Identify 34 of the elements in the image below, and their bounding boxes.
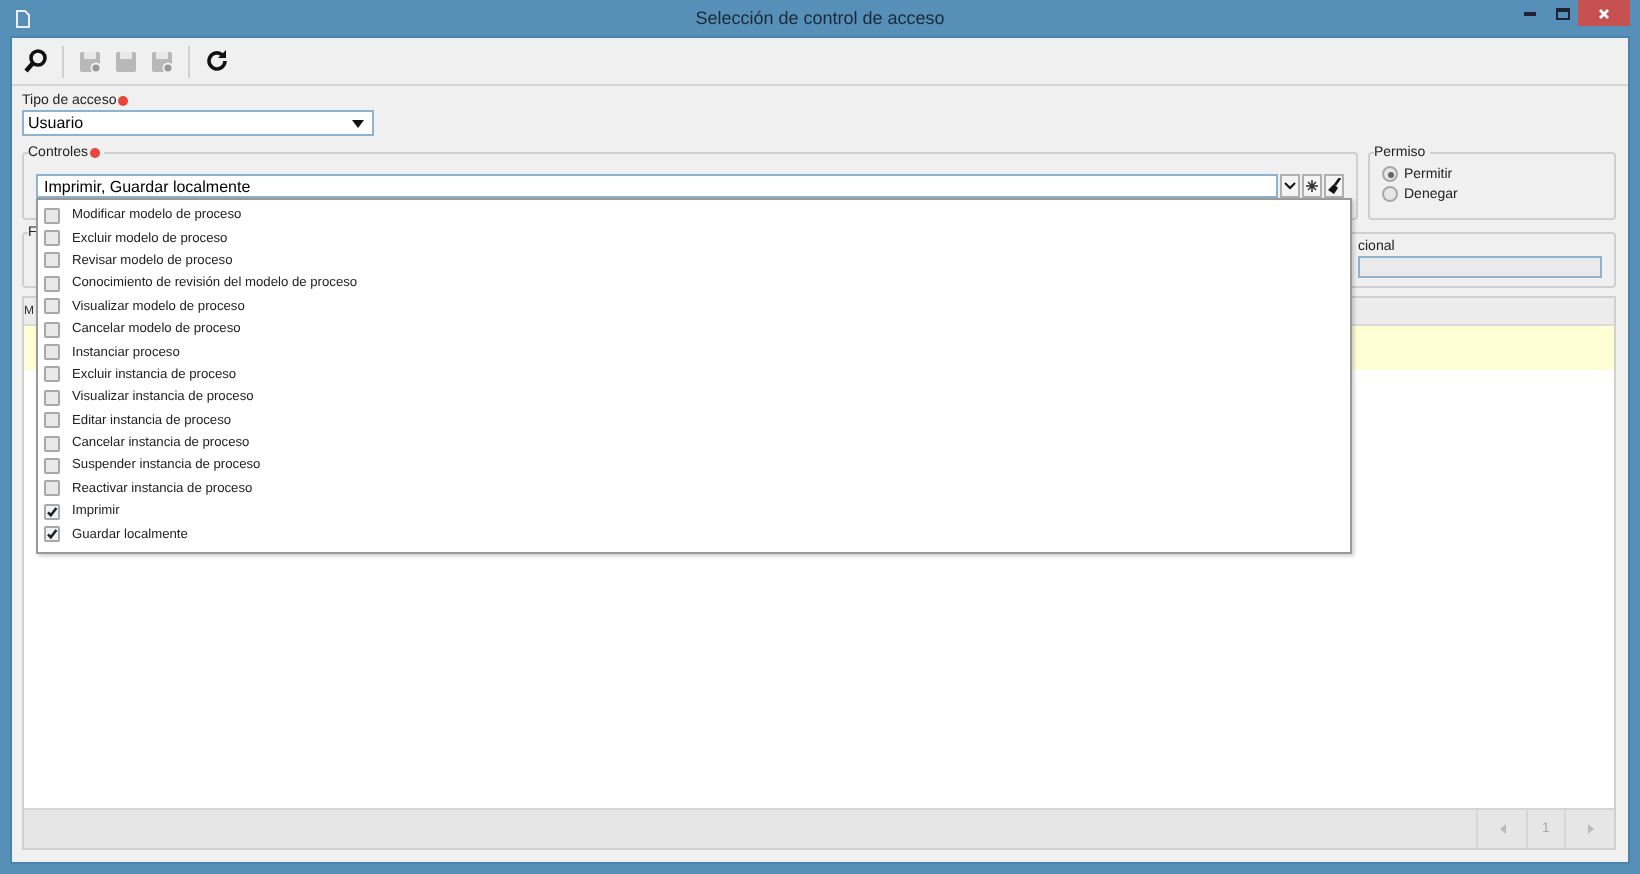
checkbox[interactable] <box>44 344 60 361</box>
close-icon <box>1598 7 1610 19</box>
checkbox[interactable] <box>44 366 60 383</box>
checkbox[interactable] <box>44 503 60 520</box>
controls-field[interactable]: Imprimir, Guardar localmente <box>36 174 1278 198</box>
checkbox[interactable] <box>44 457 60 474</box>
checkbox[interactable] <box>44 435 60 452</box>
minimize-icon <box>1524 11 1536 15</box>
checkbox[interactable] <box>44 412 60 429</box>
radio-button[interactable] <box>1382 166 1398 182</box>
checkbox[interactable] <box>44 480 60 497</box>
checkbox[interactable] <box>44 207 60 224</box>
caret-icon <box>352 119 364 127</box>
maximize-icon <box>1555 7 1569 19</box>
left-arrow-icon <box>1499 824 1505 834</box>
chevron-icon <box>1284 182 1296 190</box>
search-button[interactable] <box>20 45 52 77</box>
brush-button[interactable] <box>1324 174 1344 198</box>
checkbox[interactable] <box>44 526 60 543</box>
radio-button[interactable] <box>1382 186 1398 202</box>
access-type-select[interactable]: Usuario <box>22 110 374 136</box>
asterisk-button[interactable] <box>1302 174 1322 198</box>
checkbox[interactable] <box>44 230 60 247</box>
checkbox[interactable] <box>44 252 60 269</box>
close-button[interactable] <box>1578 0 1630 26</box>
checkbox[interactable] <box>44 389 60 406</box>
window-title: Selección de control de acceso <box>693 8 947 28</box>
checkbox[interactable] <box>44 275 60 292</box>
checkbox[interactable] <box>44 321 60 338</box>
right-arrow-icon <box>1587 824 1593 834</box>
text-field[interactable] <box>1358 256 1602 278</box>
checkbox[interactable] <box>44 298 60 315</box>
document-icon <box>16 9 30 27</box>
dropdown-button[interactable] <box>1280 174 1300 198</box>
